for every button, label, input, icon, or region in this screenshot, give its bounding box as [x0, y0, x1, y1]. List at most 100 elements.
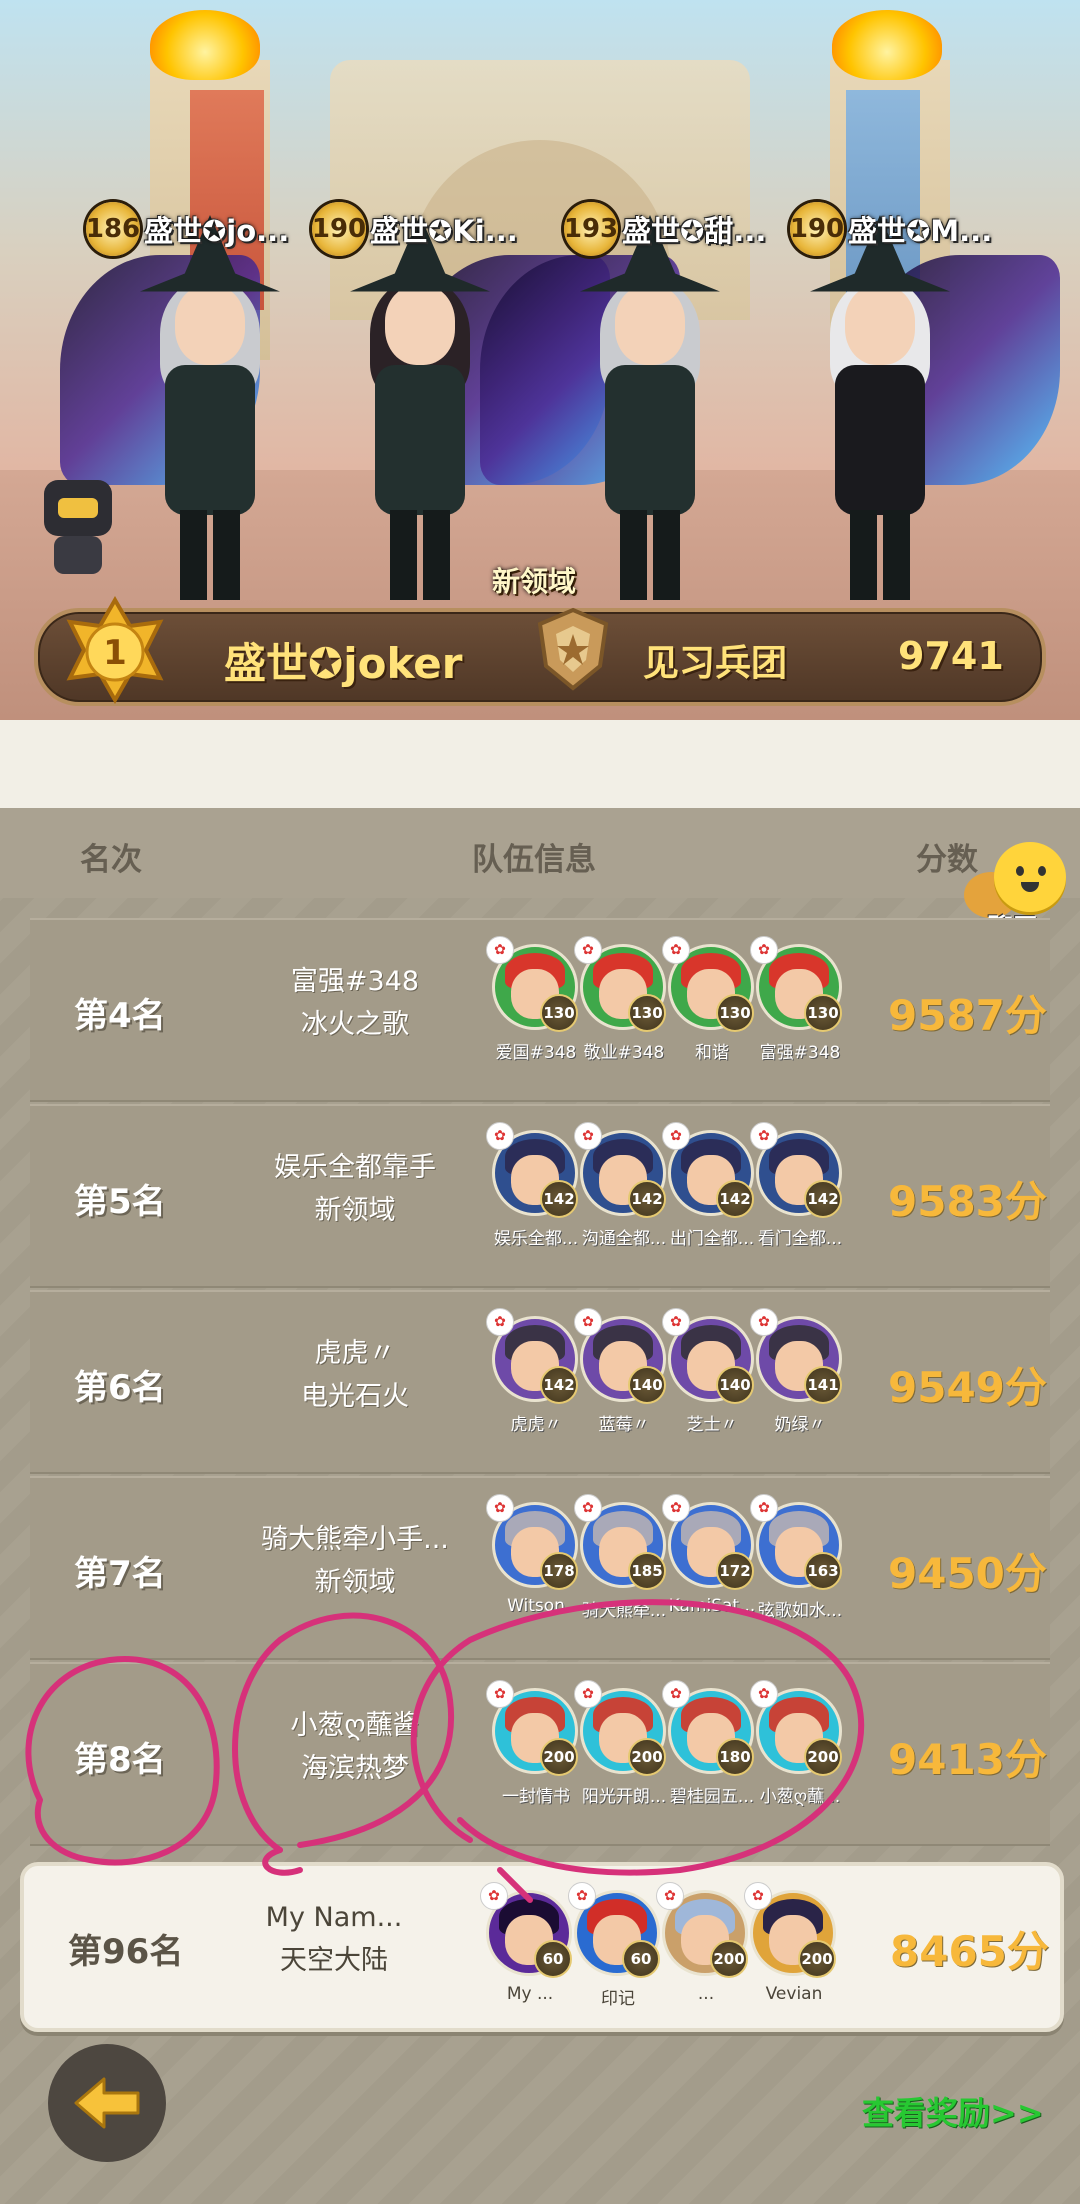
- player-tag-4[interactable]: 190 盛世✪M...: [790, 202, 993, 256]
- left-torch-flame: [150, 10, 260, 80]
- member-name: 小葱ღ蘸...: [759, 1787, 841, 1807]
- rank-row[interactable]: 第7名 骑大熊牵小手... 新领域 ✿ 178 Witson ✿ 185 骑大熊牵... ✿ 172…: [30, 1476, 1050, 1660]
- champion-bar[interactable]: 1 盛世✪joker 见习兵团 9741: [34, 596, 1046, 706]
- member-avatar[interactable]: ✿ 200 一封情书: [486, 1680, 578, 1807]
- class-icon: ✿: [486, 1494, 514, 1522]
- header-team: 队伍信息: [472, 842, 596, 878]
- team-score: 9583分: [888, 1177, 1047, 1226]
- divider-strip: [0, 720, 1080, 808]
- member-level: 200: [804, 1738, 842, 1776]
- class-icon: ✿: [574, 1494, 602, 1522]
- player-tag-2[interactable]: 190 盛世✪Ki...: [312, 202, 518, 256]
- champion-banner: 186 盛世✪jo... 190 盛世✪Ki... 193 盛世✪甜... 19…: [0, 0, 1080, 720]
- rank-row[interactable]: 第4名 富强#348 冰火之歌 ✿ 130 爱国#348 ✿ 130 敬业#348 ✿ 130 和谐 ✿…: [30, 918, 1050, 1102]
- team-score: 9549分: [888, 1363, 1047, 1412]
- class-icon: ✿: [486, 936, 514, 964]
- rank-label: 第96名: [68, 1932, 184, 1972]
- member-level: 141: [804, 1366, 842, 1404]
- team-line-1: 骑大熊牵小手...: [261, 1524, 449, 1555]
- team-line-1: My Nam...: [265, 1902, 403, 1933]
- level-badge: 190: [790, 202, 844, 256]
- player-name: 盛世✪M...: [848, 214, 993, 248]
- champion-guild: 见习兵团: [643, 643, 788, 684]
- member-avatar[interactable]: ✿ 141 奶绿〃: [750, 1308, 842, 1435]
- class-icon: ✿: [750, 1680, 778, 1708]
- member-avatar[interactable]: ✿ 142 出门全都...: [662, 1122, 754, 1249]
- level-badge: 193: [564, 202, 618, 256]
- member-avatar[interactable]: ✿ 172 KamiSat...: [662, 1494, 755, 1616]
- rank-row[interactable]: 第8名 小葱ღ蘸酱 海滨热梦 ✿ 200 一封情书 ✿ 200 阳光开朗... ✿ 180 碧桂园五.…: [30, 1662, 1050, 1846]
- member-avatar[interactable]: ✿ 200 小葱ღ蘸...: [750, 1680, 842, 1807]
- member-avatar[interactable]: ✿ 130 富强#348: [750, 936, 842, 1063]
- member-avatar[interactable]: ✿ 142 看门全都...: [750, 1122, 842, 1249]
- member-level: 140: [628, 1366, 666, 1404]
- member-name: 看门全都...: [757, 1229, 843, 1249]
- member-avatar[interactable]: ✿ 142 虎虎〃: [486, 1308, 578, 1435]
- member-level: 178: [540, 1552, 578, 1590]
- member-name: 弦歌如水...: [757, 1601, 843, 1621]
- member-level: 200: [540, 1738, 578, 1776]
- member-level: 163: [804, 1552, 842, 1590]
- member-avatar[interactable]: ✿ 130 敬业#348: [574, 936, 666, 1063]
- rank-label: 第5名: [74, 1182, 166, 1222]
- class-icon: ✿: [656, 1882, 684, 1910]
- rank-row[interactable]: 第6名 虎虎〃 电光石火 ✿ 142 虎虎〃 ✿ 140 蓝莓〃 ✿ 140 芝士〃 ✿ 141 奶绿〃 95…: [30, 1290, 1050, 1474]
- class-icon: ✿: [662, 1308, 690, 1336]
- team-line-2: 冰火之歌: [301, 1009, 409, 1040]
- player-tag-1[interactable]: 186 盛世✪jo...: [86, 202, 289, 256]
- member-avatar[interactable]: ✿ 200 Vevian: [744, 1882, 836, 2004]
- member-avatars: ✿ 178 Witson ✿ 185 骑大熊牵... ✿ 172 KamiSat... ✿ 163 弦…: [486, 1494, 912, 1642]
- class-icon: ✿: [486, 1122, 514, 1150]
- team-score: 8465分: [890, 1927, 1049, 1976]
- level-badge: 190: [312, 202, 366, 256]
- member-avatar[interactable]: ✿ 185 骑大熊牵...: [574, 1494, 666, 1621]
- member-level: 142: [540, 1366, 578, 1404]
- class-icon: ✿: [750, 1308, 778, 1336]
- member-avatar[interactable]: ✿ 142 娱乐全都...: [486, 1122, 578, 1249]
- member-avatar[interactable]: ✿ 142 沟通全都...: [574, 1122, 666, 1249]
- member-name: 富强#348: [759, 1043, 841, 1063]
- member-level: 185: [628, 1552, 666, 1590]
- my-rank-row[interactable]: 第96名 My Nam... 天空大陆 ✿ 60 My ... ✿ 60 印记 ✿ 200..…: [20, 1862, 1064, 2032]
- player-tag-3[interactable]: 193 盛世✪甜...: [564, 202, 766, 256]
- team-line-1: 娱乐全都靠手: [274, 1152, 436, 1183]
- member-avatar[interactable]: ✿ 140 芝士〃: [662, 1308, 754, 1435]
- member-avatar[interactable]: ✿ 60 My ...: [480, 1882, 572, 2004]
- territory-label: 新领域: [492, 565, 577, 598]
- team-score: 9450分: [888, 1549, 1047, 1598]
- rank-label: 第6名: [74, 1368, 166, 1408]
- header-rank: 名次: [80, 842, 142, 878]
- rank-label: 第8名: [74, 1740, 166, 1780]
- member-avatars: ✿ 142 娱乐全都... ✿ 142 沟通全都... ✿ 142 出门全都... ✿ 142 看门全…: [486, 1122, 912, 1270]
- team-line-2: 海滨热梦: [301, 1753, 409, 1784]
- class-icon: ✿: [574, 1680, 602, 1708]
- back-arrow-icon: [74, 2077, 140, 2129]
- member-avatar[interactable]: ✿ 140 蓝莓〃: [574, 1308, 666, 1435]
- back-button[interactable]: [48, 2044, 166, 2162]
- pet-robot: [36, 480, 120, 580]
- member-avatar[interactable]: ✿ 178 Witson: [486, 1494, 578, 1616]
- member-avatar[interactable]: ✿ 130 爱国#348: [486, 936, 578, 1063]
- rank-row[interactable]: 第5名 娱乐全都靠手 新领域 ✿ 142 娱乐全都... ✿ 142 沟通全都... ✿ 142 出门…: [30, 1104, 1050, 1288]
- member-avatar[interactable]: ✿ 200...: [656, 1882, 748, 2004]
- member-level: 200: [798, 1940, 836, 1978]
- member-level: 142: [540, 1180, 578, 1218]
- team-line-2: 电光石火: [301, 1381, 409, 1412]
- member-level: 60: [622, 1940, 660, 1978]
- view-rewards-link[interactable]: 查看奖励>>: [862, 2088, 1044, 2134]
- team-score: 9413分: [888, 1735, 1047, 1784]
- class-icon: ✿: [744, 1882, 772, 1910]
- member-avatar[interactable]: ✿ 163 弦歌如水...: [750, 1494, 842, 1621]
- class-icon: ✿: [662, 936, 690, 964]
- member-avatars: ✿ 60 My ... ✿ 60 印记 ✿ 200... ✿ 200 Vevian: [480, 1882, 906, 2030]
- rank-label: 第4名: [74, 996, 166, 1036]
- class-icon: ✿: [480, 1882, 508, 1910]
- rank-label: 第7名: [74, 1554, 166, 1594]
- class-icon: ✿: [486, 1308, 514, 1336]
- member-avatar[interactable]: ✿ 130 和谐: [662, 936, 754, 1063]
- member-level: 130: [804, 994, 842, 1032]
- member-avatar[interactable]: ✿ 200 阳光开朗...: [574, 1680, 666, 1807]
- member-avatar[interactable]: ✿ 180 碧桂园五...: [662, 1680, 754, 1807]
- team-line-1: 富强#348: [290, 966, 420, 997]
- member-avatar[interactable]: ✿ 60 印记: [568, 1882, 660, 2009]
